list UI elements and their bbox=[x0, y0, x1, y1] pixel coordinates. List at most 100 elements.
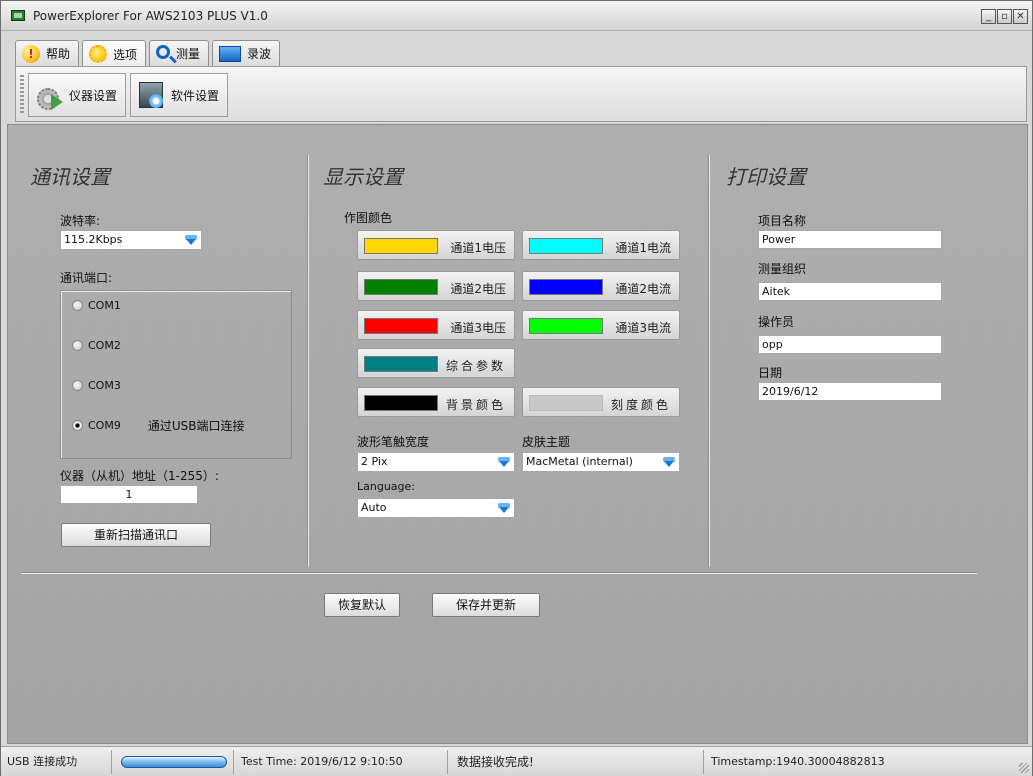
operator-input[interactable]: opp bbox=[758, 335, 942, 354]
radio-icon bbox=[72, 380, 83, 391]
resize-grip[interactable] bbox=[1019, 763, 1029, 773]
color-swatch bbox=[364, 318, 438, 334]
skin-label: 皮肤主题 bbox=[522, 435, 571, 449]
software-icon bbox=[137, 80, 167, 110]
color-label: 综合参数 bbox=[445, 359, 506, 373]
radio-com1[interactable]: COM1 bbox=[72, 299, 121, 312]
radio-label: COM3 bbox=[88, 379, 121, 392]
skin-select[interactable]: MacMetal (internal) bbox=[522, 452, 680, 472]
help-icon: ! bbox=[22, 44, 40, 63]
color-button-ch2-voltage[interactable]: 通道2电压 bbox=[357, 271, 515, 301]
status-bar: USB 连接成功 Test Time: 2019/6/12 9:10:50 数据… bbox=[1, 746, 1032, 776]
color-swatch bbox=[529, 395, 603, 411]
project-input[interactable]: Power bbox=[758, 230, 942, 249]
comm-section-title: 通讯设置 bbox=[30, 165, 110, 189]
language-select[interactable]: Auto bbox=[357, 498, 515, 518]
main-tabs: ! 帮助 选项 测量 录波 bbox=[15, 40, 281, 67]
save-update-button[interactable]: 保存并更新 bbox=[432, 593, 540, 617]
ribbon-toolbar: 仪器设置 软件设置 bbox=[15, 66, 1027, 122]
tab-help[interactable]: ! 帮助 bbox=[15, 40, 80, 66]
date-input[interactable]: 2019/6/12 bbox=[758, 382, 942, 401]
software-settings-label: 软件设置 bbox=[171, 88, 220, 103]
tab-record[interactable]: 录波 bbox=[212, 40, 281, 66]
window-title: PowerExplorer For AWS2103 PLUS V1.0 bbox=[33, 9, 268, 23]
settings-panel: 通讯设置 波特率: 115.2Kbps 通讯端口: COM1 COM2 COM3… bbox=[7, 124, 1028, 744]
color-label: 背景颜色 bbox=[445, 398, 506, 412]
instrument-settings-label: 仪器设置 bbox=[69, 88, 118, 103]
print-section-title: 打印设置 bbox=[726, 165, 806, 189]
progress-bar bbox=[121, 756, 227, 768]
color-label: 通道2电压 bbox=[450, 282, 506, 296]
address-input[interactable]: 1 bbox=[60, 485, 198, 504]
baud-label: 波特率: bbox=[60, 214, 101, 228]
tab-label: 测量 bbox=[176, 47, 201, 61]
usb-status: USB 连接成功 bbox=[7, 755, 78, 768]
color-swatch bbox=[364, 356, 438, 372]
org-input[interactable]: Aitek bbox=[758, 282, 942, 301]
radio-com2[interactable]: COM2 bbox=[72, 339, 121, 352]
color-swatch bbox=[364, 238, 438, 254]
color-button-ch1-current[interactable]: 通道1电流 bbox=[522, 230, 680, 260]
pen-width-select[interactable]: 2 Pix bbox=[357, 452, 515, 472]
radio-label: COM9 bbox=[88, 419, 121, 432]
divider bbox=[703, 750, 704, 774]
radio-selected-icon bbox=[72, 420, 83, 431]
baud-select[interactable]: 115.2Kbps bbox=[60, 230, 202, 250]
divider bbox=[111, 750, 112, 774]
minimize-icon[interactable]: _ bbox=[981, 9, 996, 24]
radio-label: COM1 bbox=[88, 299, 121, 312]
app-icon bbox=[11, 10, 25, 21]
color-button-background[interactable]: 背景颜色 bbox=[357, 387, 515, 417]
title-bar: PowerExplorer For AWS2103 PLUS V1.0 _ ▫ … bbox=[1, 1, 1032, 31]
maximize-icon[interactable]: ▫ bbox=[997, 9, 1012, 24]
measure-icon bbox=[156, 44, 171, 59]
window-controls: _ ▫ ✕ bbox=[981, 9, 1028, 24]
options-icon bbox=[89, 45, 108, 63]
test-time: Test Time: 2019/6/12 9:10:50 bbox=[241, 755, 403, 768]
tab-options[interactable]: 选项 bbox=[82, 40, 147, 67]
color-swatch bbox=[364, 395, 438, 411]
data-status: 数据接收完成! bbox=[457, 755, 534, 769]
color-swatch bbox=[529, 318, 603, 334]
restore-default-button[interactable]: 恢复默认 bbox=[324, 593, 400, 617]
color-label: 通道1电压 bbox=[450, 241, 506, 255]
color-button-combined[interactable]: 综合参数 bbox=[357, 348, 515, 378]
chevron-down-icon bbox=[663, 457, 675, 467]
divider bbox=[447, 750, 448, 774]
tab-label: 选项 bbox=[113, 47, 138, 62]
address-label: 仪器（从机）地址（1-255）: bbox=[60, 469, 219, 483]
radio-com9[interactable]: COM9 通过USB端口连接 bbox=[72, 417, 244, 434]
gear-icon bbox=[35, 80, 65, 110]
software-settings-button[interactable]: 软件设置 bbox=[130, 73, 229, 117]
color-button-ch1-voltage[interactable]: 通道1电压 bbox=[357, 230, 515, 260]
close-icon[interactable]: ✕ bbox=[1013, 9, 1028, 24]
tab-measure[interactable]: 测量 bbox=[149, 40, 210, 66]
divider bbox=[233, 750, 234, 774]
display-section-title: 显示设置 bbox=[323, 165, 403, 189]
tab-label: 帮助 bbox=[46, 47, 71, 61]
app-window: PowerExplorer For AWS2103 PLUS V1.0 _ ▫ … bbox=[0, 0, 1033, 776]
color-label: 通道3电压 bbox=[450, 321, 506, 335]
radio-com3[interactable]: COM3 bbox=[72, 379, 121, 392]
rescan-ports-button[interactable]: 重新扫描通讯口 bbox=[61, 523, 211, 547]
color-button-scale[interactable]: 刻度颜色 bbox=[522, 387, 680, 417]
instrument-settings-button[interactable]: 仪器设置 bbox=[28, 73, 127, 117]
color-button-ch3-current[interactable]: 通道3电流 bbox=[522, 310, 680, 340]
color-label: 通道3电流 bbox=[615, 321, 671, 335]
toolbar-grip[interactable] bbox=[20, 75, 24, 115]
color-button-ch3-voltage[interactable]: 通道3电压 bbox=[357, 310, 515, 340]
usb-note: 通过USB端口连接 bbox=[147, 419, 245, 433]
language-value: Auto bbox=[361, 501, 387, 514]
radio-label: COM2 bbox=[88, 339, 121, 352]
color-label: 通道2电流 bbox=[615, 282, 671, 296]
color-label: 刻度颜色 bbox=[610, 398, 671, 412]
chevron-down-icon bbox=[498, 503, 510, 513]
timestamp: Timestamp:1940.30004882813 bbox=[711, 755, 885, 768]
pen-width-value: 2 Pix bbox=[361, 455, 388, 468]
port-label: 通讯端口: bbox=[60, 271, 113, 285]
divider bbox=[22, 572, 977, 573]
color-button-ch2-current[interactable]: 通道2电流 bbox=[522, 271, 680, 301]
divider bbox=[708, 155, 709, 567]
org-label: 测量组织 bbox=[758, 262, 807, 276]
record-icon bbox=[219, 45, 242, 62]
